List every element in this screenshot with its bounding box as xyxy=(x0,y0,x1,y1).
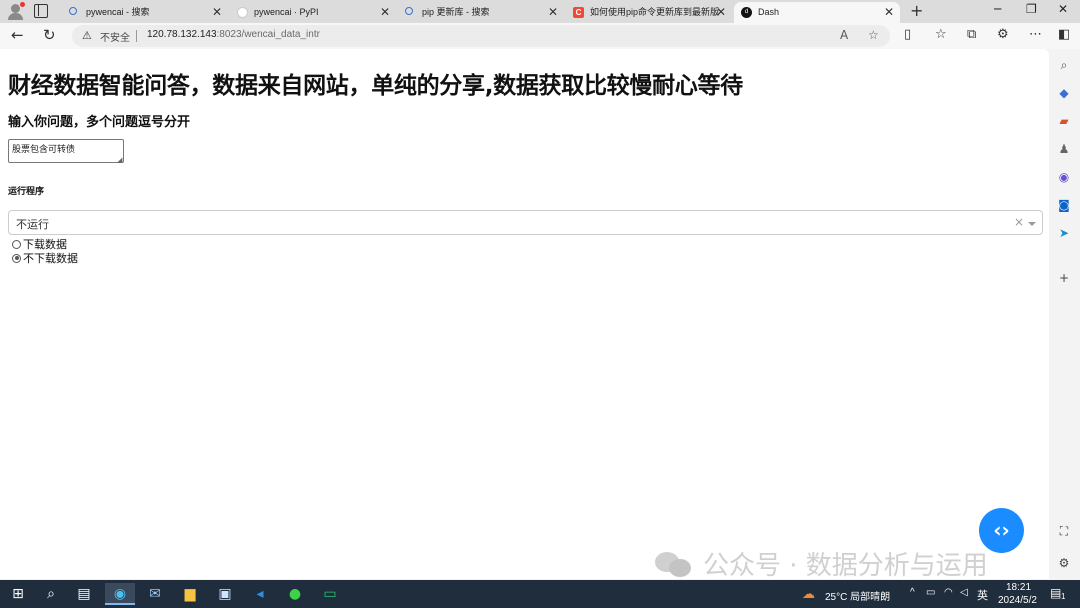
clear-icon[interactable]: × xyxy=(1014,215,1024,229)
radio-no-download-data[interactable]: 不下载数据 xyxy=(12,250,78,266)
close-icon[interactable]: ✕ xyxy=(548,2,558,22)
browser-window: pywencai - 搜索 ✕ pywencai · PyPI ✕ pip 更新… xyxy=(0,0,1080,580)
games-icon[interactable]: ♟ xyxy=(1057,142,1071,156)
close-icon[interactable]: ✕ xyxy=(212,2,222,22)
send-icon[interactable]: ➤ xyxy=(1057,226,1071,240)
clock-date[interactable]: 2024/5/2 xyxy=(998,595,1037,606)
edge-browser-icon[interactable]: ◉ xyxy=(105,583,135,605)
tab-title: pip 更新库 - 搜索 xyxy=(422,7,490,17)
watermark-text: 公众号 · 数据分析与运用 xyxy=(703,551,988,579)
task-view-icon[interactable]: ▤ xyxy=(69,583,99,605)
tab-dash[interactable]: d Dash ✕ xyxy=(734,2,900,23)
radio-label: 不下载数据 xyxy=(23,252,78,265)
vscode-icon[interactable]: ◂ xyxy=(245,583,275,605)
store-icon[interactable]: ▣ xyxy=(210,583,240,605)
selected-value: 不运行 xyxy=(16,218,49,231)
warning-icon: ⚠ xyxy=(82,29,92,42)
wifi-icon[interactable]: ◠ xyxy=(944,587,953,598)
taskbar: ⊞ ⌕ ▤ ◉ ✉ ▆ ▣ ◂ ● ▭ ☁ 25°C 局部晴朗 ^ ▭ ◠ ◁ … xyxy=(0,580,1080,608)
security-label[interactable]: 不安全 xyxy=(100,29,130,44)
weather-text[interactable]: 25°C 局部晴朗 xyxy=(825,588,890,603)
window-close-icon[interactable]: ✕ xyxy=(1058,2,1068,16)
split-screen-icon[interactable]: ▯ xyxy=(904,27,911,42)
csdn-icon: C xyxy=(573,7,584,18)
wechat-icon xyxy=(655,549,695,579)
tab-actions-icon[interactable] xyxy=(34,4,48,18)
file-explorer-icon[interactable]: ▆ xyxy=(175,583,205,605)
page-content: 财经数据智能问答，数据来自网站，单纯的分享,数据获取比较慢耐心等待 输入你问题，… xyxy=(0,49,1049,579)
volume-icon[interactable]: ◁ xyxy=(960,587,968,598)
outlook-icon[interactable]: ◙ xyxy=(1057,198,1071,212)
close-icon[interactable]: ✕ xyxy=(884,2,894,22)
tab-pip-search[interactable]: pip 更新库 - 搜索 ✕ xyxy=(398,2,564,23)
tab-title: Dash xyxy=(758,7,780,17)
maximize-icon[interactable]: ❐ xyxy=(1026,2,1037,16)
notification-icon[interactable]: ▤ xyxy=(1050,586,1061,600)
favorites-icon[interactable]: ☆ xyxy=(935,27,947,42)
add-icon[interactable]: + xyxy=(1057,271,1071,285)
tab-title: pywencai - 搜索 xyxy=(86,7,150,17)
windows-start-icon[interactable]: ⊞ xyxy=(3,583,33,605)
read-aloud-icon[interactable]: A xyxy=(840,28,848,42)
tab-strip: pywencai - 搜索 ✕ pywencai · PyPI ✕ pip 更新… xyxy=(0,0,1080,23)
weather-icon[interactable]: ☁ xyxy=(802,586,815,602)
tab-pywencai-search[interactable]: pywencai - 搜索 ✕ xyxy=(62,2,228,23)
collections-icon[interactable]: ⧉ xyxy=(967,27,976,42)
search-icon[interactable]: ⌕ xyxy=(1057,58,1071,72)
tray-expand-icon[interactable]: ^ xyxy=(910,587,915,598)
profile-avatar-icon[interactable] xyxy=(6,2,26,20)
tab-csdn[interactable]: C 如何使用pip命令更新库到最新版 ✕ xyxy=(566,2,732,23)
tab-pypi[interactable]: pywencai · PyPI ✕ xyxy=(230,2,396,23)
radio-button[interactable] xyxy=(12,239,21,249)
url-text[interactable]: 120.78.132.143:8023/wencai_data_intr xyxy=(147,29,320,40)
back-arrow-icon[interactable]: ← xyxy=(11,26,24,44)
tag-icon[interactable]: ◆ xyxy=(1057,86,1071,100)
navigation-bar: ← ↻ ⚠ 不安全 120.78.132.143:8023/wencai_dat… xyxy=(0,23,1080,49)
close-icon[interactable]: ✕ xyxy=(380,2,390,22)
minimize-icon[interactable]: ─ xyxy=(994,2,1001,16)
run-program-select[interactable]: 不运行 × xyxy=(8,210,1043,235)
terminal-icon[interactable]: ▭ xyxy=(315,583,345,605)
more-menu-icon[interactable]: ⋯ xyxy=(1029,27,1042,42)
toolbox-icon[interactable]: ▰ xyxy=(1057,114,1071,128)
radio-button[interactable] xyxy=(12,253,21,263)
search-icon xyxy=(405,7,413,15)
chevron-down-icon[interactable] xyxy=(1028,222,1036,226)
screenshot-icon[interactable]: ⛶ xyxy=(1057,524,1071,538)
question-label: 输入你问题，多个问题逗号分开 xyxy=(8,115,191,130)
sidebar-toggle-icon[interactable]: ◧ xyxy=(1058,27,1070,42)
page-title: 财经数据智能问答，数据来自网站，单纯的分享,数据获取比较慢耐心等待 xyxy=(8,73,743,99)
refresh-icon[interactable]: ↻ xyxy=(43,26,56,44)
search-icon xyxy=(69,7,77,15)
clock-time[interactable]: 18:21 xyxy=(1006,582,1031,593)
battery-icon[interactable]: ▭ xyxy=(926,587,935,598)
tab-title: pywencai · PyPI xyxy=(254,7,319,17)
settings-gear-icon[interactable]: ⚙ xyxy=(1057,556,1071,570)
copilot-icon[interactable]: ◉ xyxy=(1057,170,1071,184)
mail-icon[interactable]: ✉ xyxy=(140,583,170,605)
resize-handle-icon[interactable]: ◢ xyxy=(117,156,122,164)
watermark: 公众号 · 数据分析与运用 xyxy=(655,545,988,579)
new-tab-button[interactable]: + xyxy=(910,1,923,20)
wechat-icon[interactable]: ● xyxy=(280,583,310,605)
run-program-label: 运行程序 xyxy=(8,187,45,197)
close-icon[interactable]: ✕ xyxy=(716,2,726,22)
extensions-icon[interactable]: ⚙ xyxy=(997,27,1009,42)
edge-sidebar: ⌕ ◆ ▰ ♟ ◉ ◙ ➤ + ⛶ ⚙ xyxy=(1049,49,1080,580)
notification-count: 1 xyxy=(1061,592,1066,601)
favorite-star-icon[interactable]: ☆ xyxy=(868,28,879,42)
ime-indicator[interactable]: 英 xyxy=(977,587,988,603)
pypi-icon xyxy=(237,7,248,18)
tab-title: 如何使用pip命令更新库到最新版 xyxy=(590,7,720,17)
dash-icon: d xyxy=(741,7,752,18)
address-bar[interactable]: ⚠ 不安全 120.78.132.143:8023/wencai_data_in… xyxy=(72,25,890,47)
question-input[interactable]: 股票包含可转债 xyxy=(8,139,124,163)
search-icon[interactable]: ⌕ xyxy=(36,583,66,605)
